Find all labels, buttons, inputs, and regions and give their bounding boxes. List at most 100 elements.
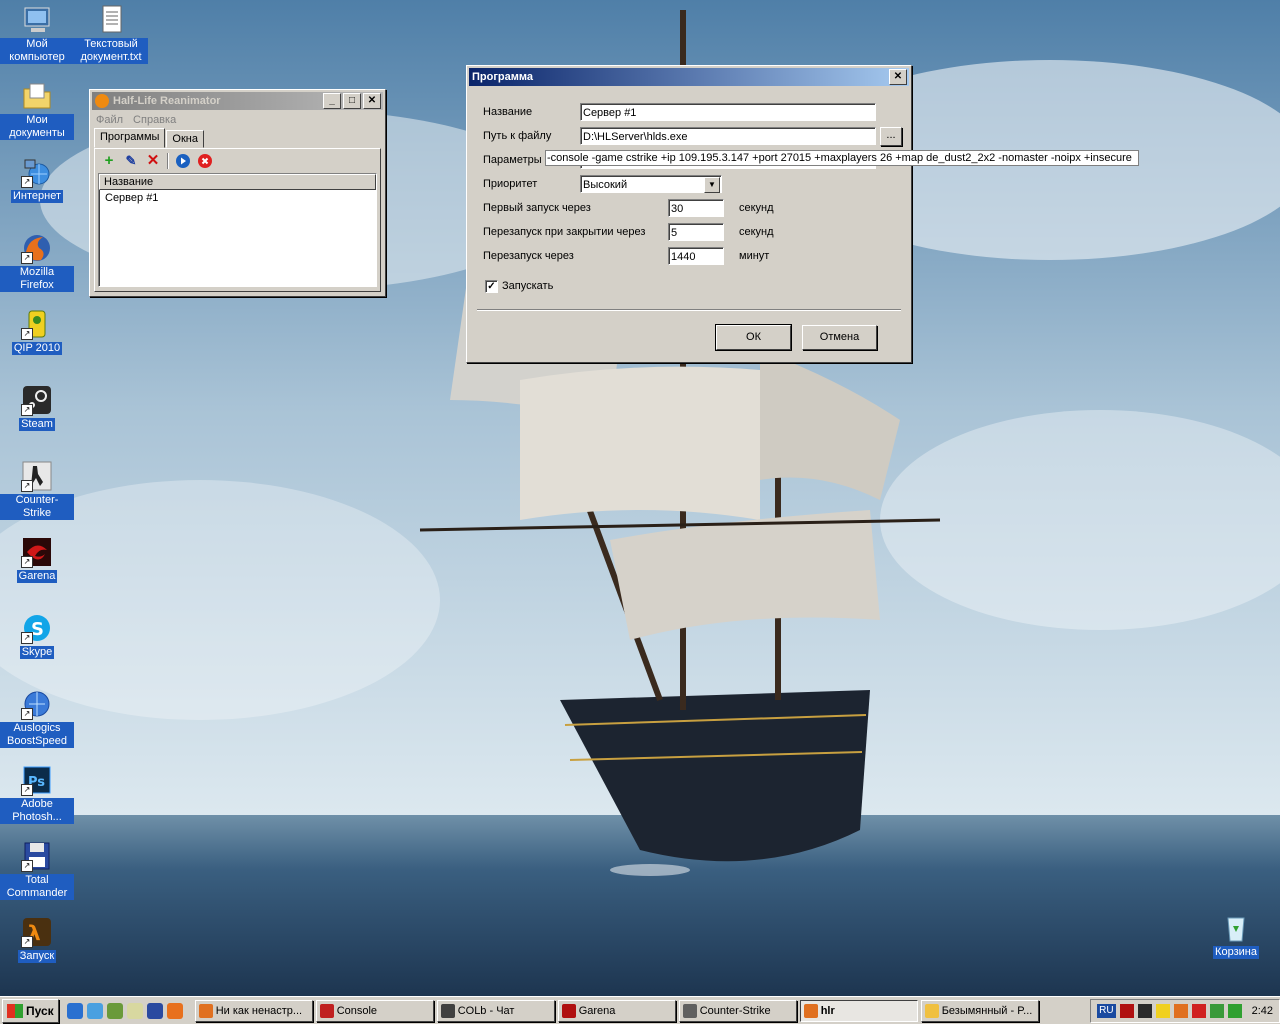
quick-launch	[66, 1002, 183, 1019]
hlr-title: Half-Life Reanimator	[113, 95, 221, 107]
start-button[interactable]: Пуск	[2, 998, 59, 1023]
task-counter-strike[interactable]: Counter-Strike	[678, 999, 797, 1022]
task-garena[interactable]: Garena	[557, 999, 676, 1022]
firefox-icon	[198, 1003, 213, 1018]
half-life-icon	[95, 94, 109, 108]
name-label: Название	[483, 106, 533, 118]
minimize-button[interactable]: _	[323, 93, 341, 109]
chevron-down-icon[interactable]: ▼	[704, 177, 720, 193]
hlr-tabs: Программы Окна	[90, 128, 385, 148]
program-dialog: Программа ✕ Название Сервер #1 Путь к фа…	[466, 65, 1139, 363]
desktop-icon-auslogics[interactable]: ↗ Auslogics BoostSpeed	[0, 688, 74, 748]
computer-icon	[21, 4, 53, 36]
delete-icon[interactable]: ✕	[145, 153, 161, 169]
notepad-icon[interactable]	[126, 1002, 143, 1019]
tools-icon[interactable]	[106, 1002, 123, 1019]
menu-help[interactable]: Справка	[133, 114, 176, 126]
browser-icon[interactable]	[86, 1002, 103, 1019]
firefox-icon: ↗	[21, 232, 53, 264]
restart-label: Перезапуск через	[483, 250, 574, 262]
clock[interactable]: 2:42	[1252, 1004, 1273, 1018]
ie-icon[interactable]	[66, 1002, 83, 1019]
desktop-icon-garena[interactable]: ↗ Garena	[0, 536, 74, 583]
folder-icon	[21, 80, 53, 112]
photoshop-icon: Ps ↗	[21, 764, 53, 796]
steam-icon	[440, 1003, 455, 1018]
desktop-icon-qip[interactable]: ↗ QIP 2010	[0, 308, 74, 355]
hlr-toolbar: + ✎ ✕	[95, 149, 380, 173]
stop-icon[interactable]	[197, 153, 213, 169]
restart-close-field[interactable]: 5	[668, 223, 724, 241]
nvidia-icon[interactable]	[1209, 1003, 1224, 1018]
run-checkbox[interactable]: ✓	[485, 280, 498, 293]
desktop-icon-text-document[interactable]: Текстовый документ.txt	[74, 4, 148, 64]
desktop-icon-skype[interactable]: S ↗ Skype	[0, 612, 74, 659]
cancel-button[interactable]: Отмена	[802, 325, 877, 350]
run-label: Запускать	[502, 280, 554, 292]
restart-field[interactable]: 1440	[668, 247, 724, 265]
params-tooltip: -console -game cstrike +ip 109.195.3.147…	[545, 150, 1139, 166]
task-console[interactable]: Console	[315, 999, 434, 1022]
half-life-icon	[803, 1003, 818, 1018]
list-item[interactable]: Сервер #1	[99, 190, 376, 206]
menu-file[interactable]: Файл	[96, 114, 123, 126]
desktop-icon-launch[interactable]: λ ↗ Запуск	[0, 916, 74, 963]
skype-icon: S ↗	[21, 612, 53, 644]
tab-programs[interactable]: Программы	[94, 128, 166, 148]
desktop-icon-firefox[interactable]: ↗ Mozilla Firefox	[0, 232, 74, 292]
ok-button[interactable]: ОК	[715, 324, 792, 351]
task-paint[interactable]: Безымянный - P...	[920, 999, 1039, 1022]
steam-icon[interactable]	[1137, 1003, 1152, 1018]
priority-select[interactable]: Высокий ▼	[580, 175, 722, 193]
desktop-icon-internet[interactable]: ↗ Интернет	[0, 156, 74, 203]
half-life-icon	[319, 1003, 334, 1018]
desktop-icon-total-commander[interactable]: ↗ Total Commander	[0, 840, 74, 900]
kaspersky-icon[interactable]	[1191, 1003, 1206, 1018]
start-label: Пуск	[26, 1003, 54, 1018]
hlr-titlebar[interactable]: Half-Life Reanimator _ □ ✕	[92, 92, 383, 110]
program-list[interactable]: Название Сервер #1	[98, 173, 377, 287]
dialog-close-button[interactable]: ✕	[889, 69, 907, 85]
garena-icon	[561, 1003, 576, 1018]
first-run-field[interactable]: 30	[668, 199, 724, 217]
tab-windows[interactable]: Окна	[166, 130, 204, 148]
dialog-titlebar[interactable]: Программа ✕	[469, 68, 909, 86]
divider	[477, 309, 901, 311]
first-run-unit: секунд	[739, 202, 774, 214]
language-indicator[interactable]: RU	[1097, 1003, 1116, 1018]
task-firefox[interactable]: Ни как ненастр...	[194, 999, 313, 1022]
network-icon[interactable]	[1227, 1003, 1242, 1018]
recycle-bin-icon	[1220, 912, 1252, 944]
floppy-disk-icon[interactable]	[146, 1002, 163, 1019]
restart-close-unit: секунд	[739, 226, 774, 238]
task-hlr[interactable]: hlr	[799, 999, 918, 1022]
restart-close-label: Перезапуск при закрытии через	[483, 226, 646, 238]
name-field[interactable]: Сервер #1	[580, 103, 876, 121]
firefox-icon[interactable]	[166, 1002, 183, 1019]
desktop-icon-my-documents[interactable]: Мои документы	[0, 80, 74, 140]
desktop-icon-recycle-bin[interactable]: Корзина	[1199, 912, 1273, 959]
close-button[interactable]: ✕	[363, 93, 381, 109]
params-label: Параметры	[483, 154, 542, 166]
taskbar: Пуск Ни как ненастр... Console COLb - Ча…	[0, 996, 1280, 1024]
start-icon[interactable]	[175, 153, 191, 169]
desktop-icon-steam[interactable]: ↗ Steam	[0, 384, 74, 431]
half-life-icon[interactable]	[1173, 1003, 1188, 1018]
qip-icon[interactable]	[1155, 1003, 1170, 1018]
text-file-icon	[95, 4, 127, 36]
browse-button[interactable]: ...	[880, 127, 902, 146]
desktop-icon-photoshop[interactable]: Ps ↗ Adobe Photosh...	[0, 764, 74, 824]
hlr-window: Half-Life Reanimator _ □ ✕ Файл Справка …	[89, 89, 386, 297]
counter-strike-icon: ↗	[21, 460, 53, 492]
garena-icon[interactable]	[1119, 1003, 1134, 1018]
edit-icon[interactable]: ✎	[123, 153, 139, 169]
add-icon[interactable]: +	[101, 153, 117, 169]
maximize-button[interactable]: □	[343, 93, 361, 109]
path-field[interactable]: D:\HLServer\hlds.exe	[580, 127, 876, 145]
counter-strike-icon	[682, 1003, 697, 1018]
desktop-icon-counter-strike[interactable]: ↗ Counter-Strike	[0, 460, 74, 520]
column-header-name[interactable]: Название	[99, 174, 376, 190]
steam-icon: ↗	[21, 384, 53, 416]
desktop-icon-my-computer[interactable]: Мой компьютер	[0, 4, 74, 64]
task-colb-chat[interactable]: COLb - Чат	[436, 999, 555, 1022]
